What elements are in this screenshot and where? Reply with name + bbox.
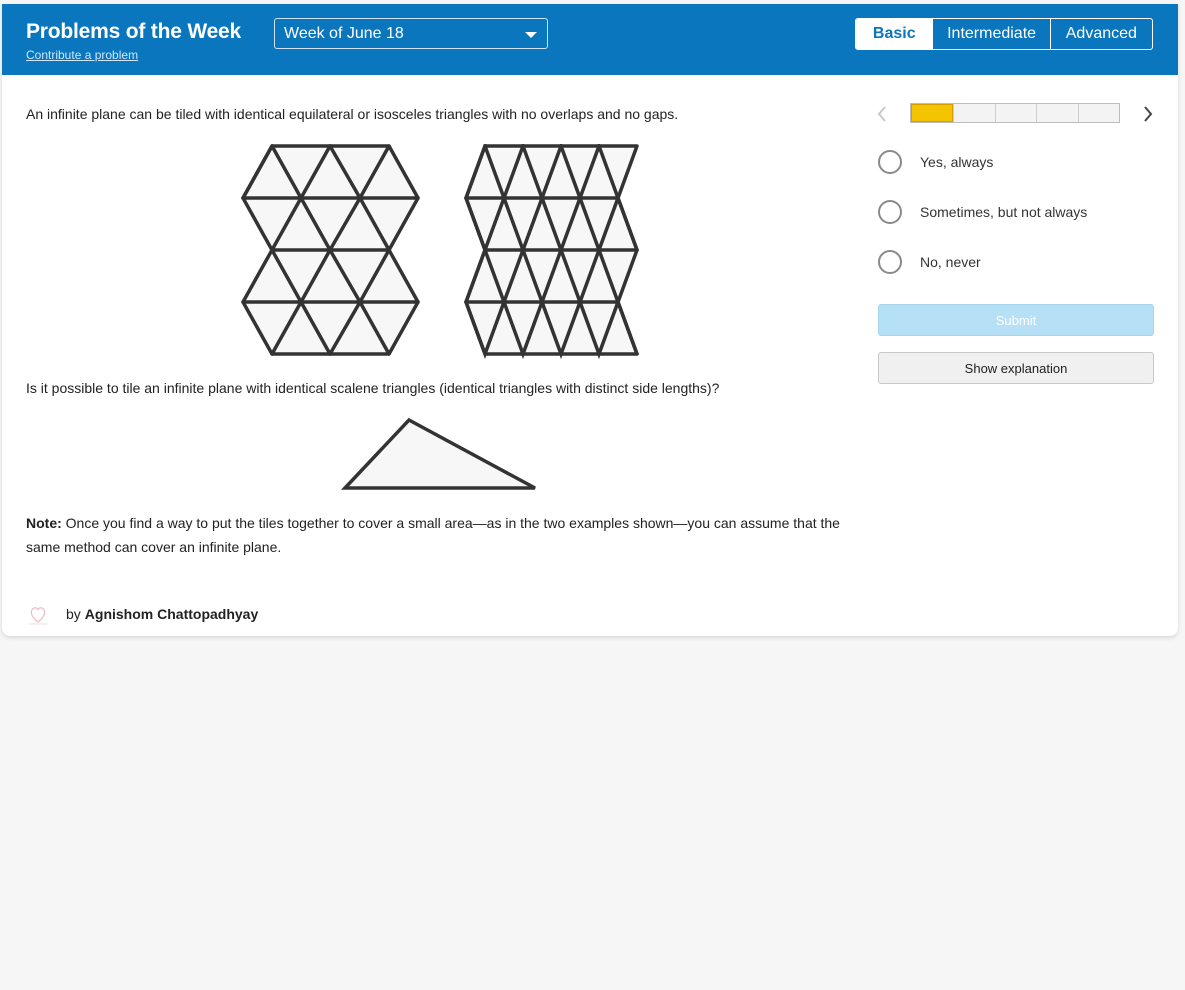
chevron-left-icon[interactable] bbox=[874, 104, 890, 124]
progress-segment[interactable] bbox=[1036, 104, 1078, 122]
author-prefix: by bbox=[66, 606, 81, 622]
problem-card: Problems of the Week Contribute a proble… bbox=[2, 4, 1178, 636]
radio-button[interactable] bbox=[878, 200, 902, 224]
header-bar: Problems of the Week Contribute a proble… bbox=[2, 4, 1178, 75]
progress-bar bbox=[910, 103, 1120, 123]
chevron-right-icon[interactable] bbox=[1140, 104, 1156, 124]
radio-button[interactable] bbox=[878, 150, 902, 174]
progress-segment-current[interactable] bbox=[911, 104, 954, 122]
tab-intermediate[interactable]: Intermediate bbox=[932, 19, 1049, 49]
answer-label: No, never bbox=[920, 254, 981, 270]
progress-segment[interactable] bbox=[1077, 104, 1120, 122]
equilateral-tiling-figure bbox=[241, 144, 420, 356]
problem-question: Is it possible to tile an infinite plane… bbox=[26, 380, 720, 396]
radio-button[interactable] bbox=[878, 250, 902, 274]
chevron-down-icon bbox=[525, 32, 537, 38]
submit-button[interactable]: Submit bbox=[878, 304, 1154, 336]
week-select-value: Week of June 18 bbox=[284, 25, 404, 42]
show-explanation-button[interactable]: Show explanation bbox=[878, 352, 1154, 384]
page-title: Problems of the Week bbox=[26, 20, 242, 43]
week-select[interactable]: Week of June 18 bbox=[274, 18, 548, 49]
author-byline: by Agnishom Chattopadhyay bbox=[26, 602, 258, 626]
level-tabs: Basic Intermediate Advanced bbox=[855, 18, 1153, 50]
answer-option-yes[interactable]: Yes, always bbox=[878, 150, 993, 174]
note-label: Note: bbox=[26, 515, 62, 531]
problem-intro: An infinite plane can be tiled with iden… bbox=[26, 106, 679, 122]
problem-note: Note: Once you find a way to put the til… bbox=[26, 511, 846, 559]
answer-option-no[interactable]: No, never bbox=[878, 250, 981, 274]
scalene-triangle-figure bbox=[340, 417, 536, 490]
isosceles-tiling-figure bbox=[464, 144, 639, 360]
author-name[interactable]: Agnishom Chattopadhyay bbox=[85, 606, 258, 622]
progress-segment[interactable] bbox=[994, 104, 1037, 122]
answer-label: Yes, always bbox=[920, 154, 994, 170]
answer-label: Sometimes, but not always bbox=[920, 204, 1088, 220]
answer-option-sometimes[interactable]: Sometimes, but not always bbox=[878, 200, 1087, 224]
note-text: Once you find a way to put the tiles tog… bbox=[26, 515, 840, 555]
tab-advanced[interactable]: Advanced bbox=[1049, 19, 1152, 49]
tab-basic[interactable]: Basic bbox=[856, 19, 933, 49]
author-avatar bbox=[29, 607, 47, 625]
contribute-link[interactable]: Contribute a problem bbox=[26, 48, 138, 62]
progress-segment[interactable] bbox=[953, 104, 995, 122]
